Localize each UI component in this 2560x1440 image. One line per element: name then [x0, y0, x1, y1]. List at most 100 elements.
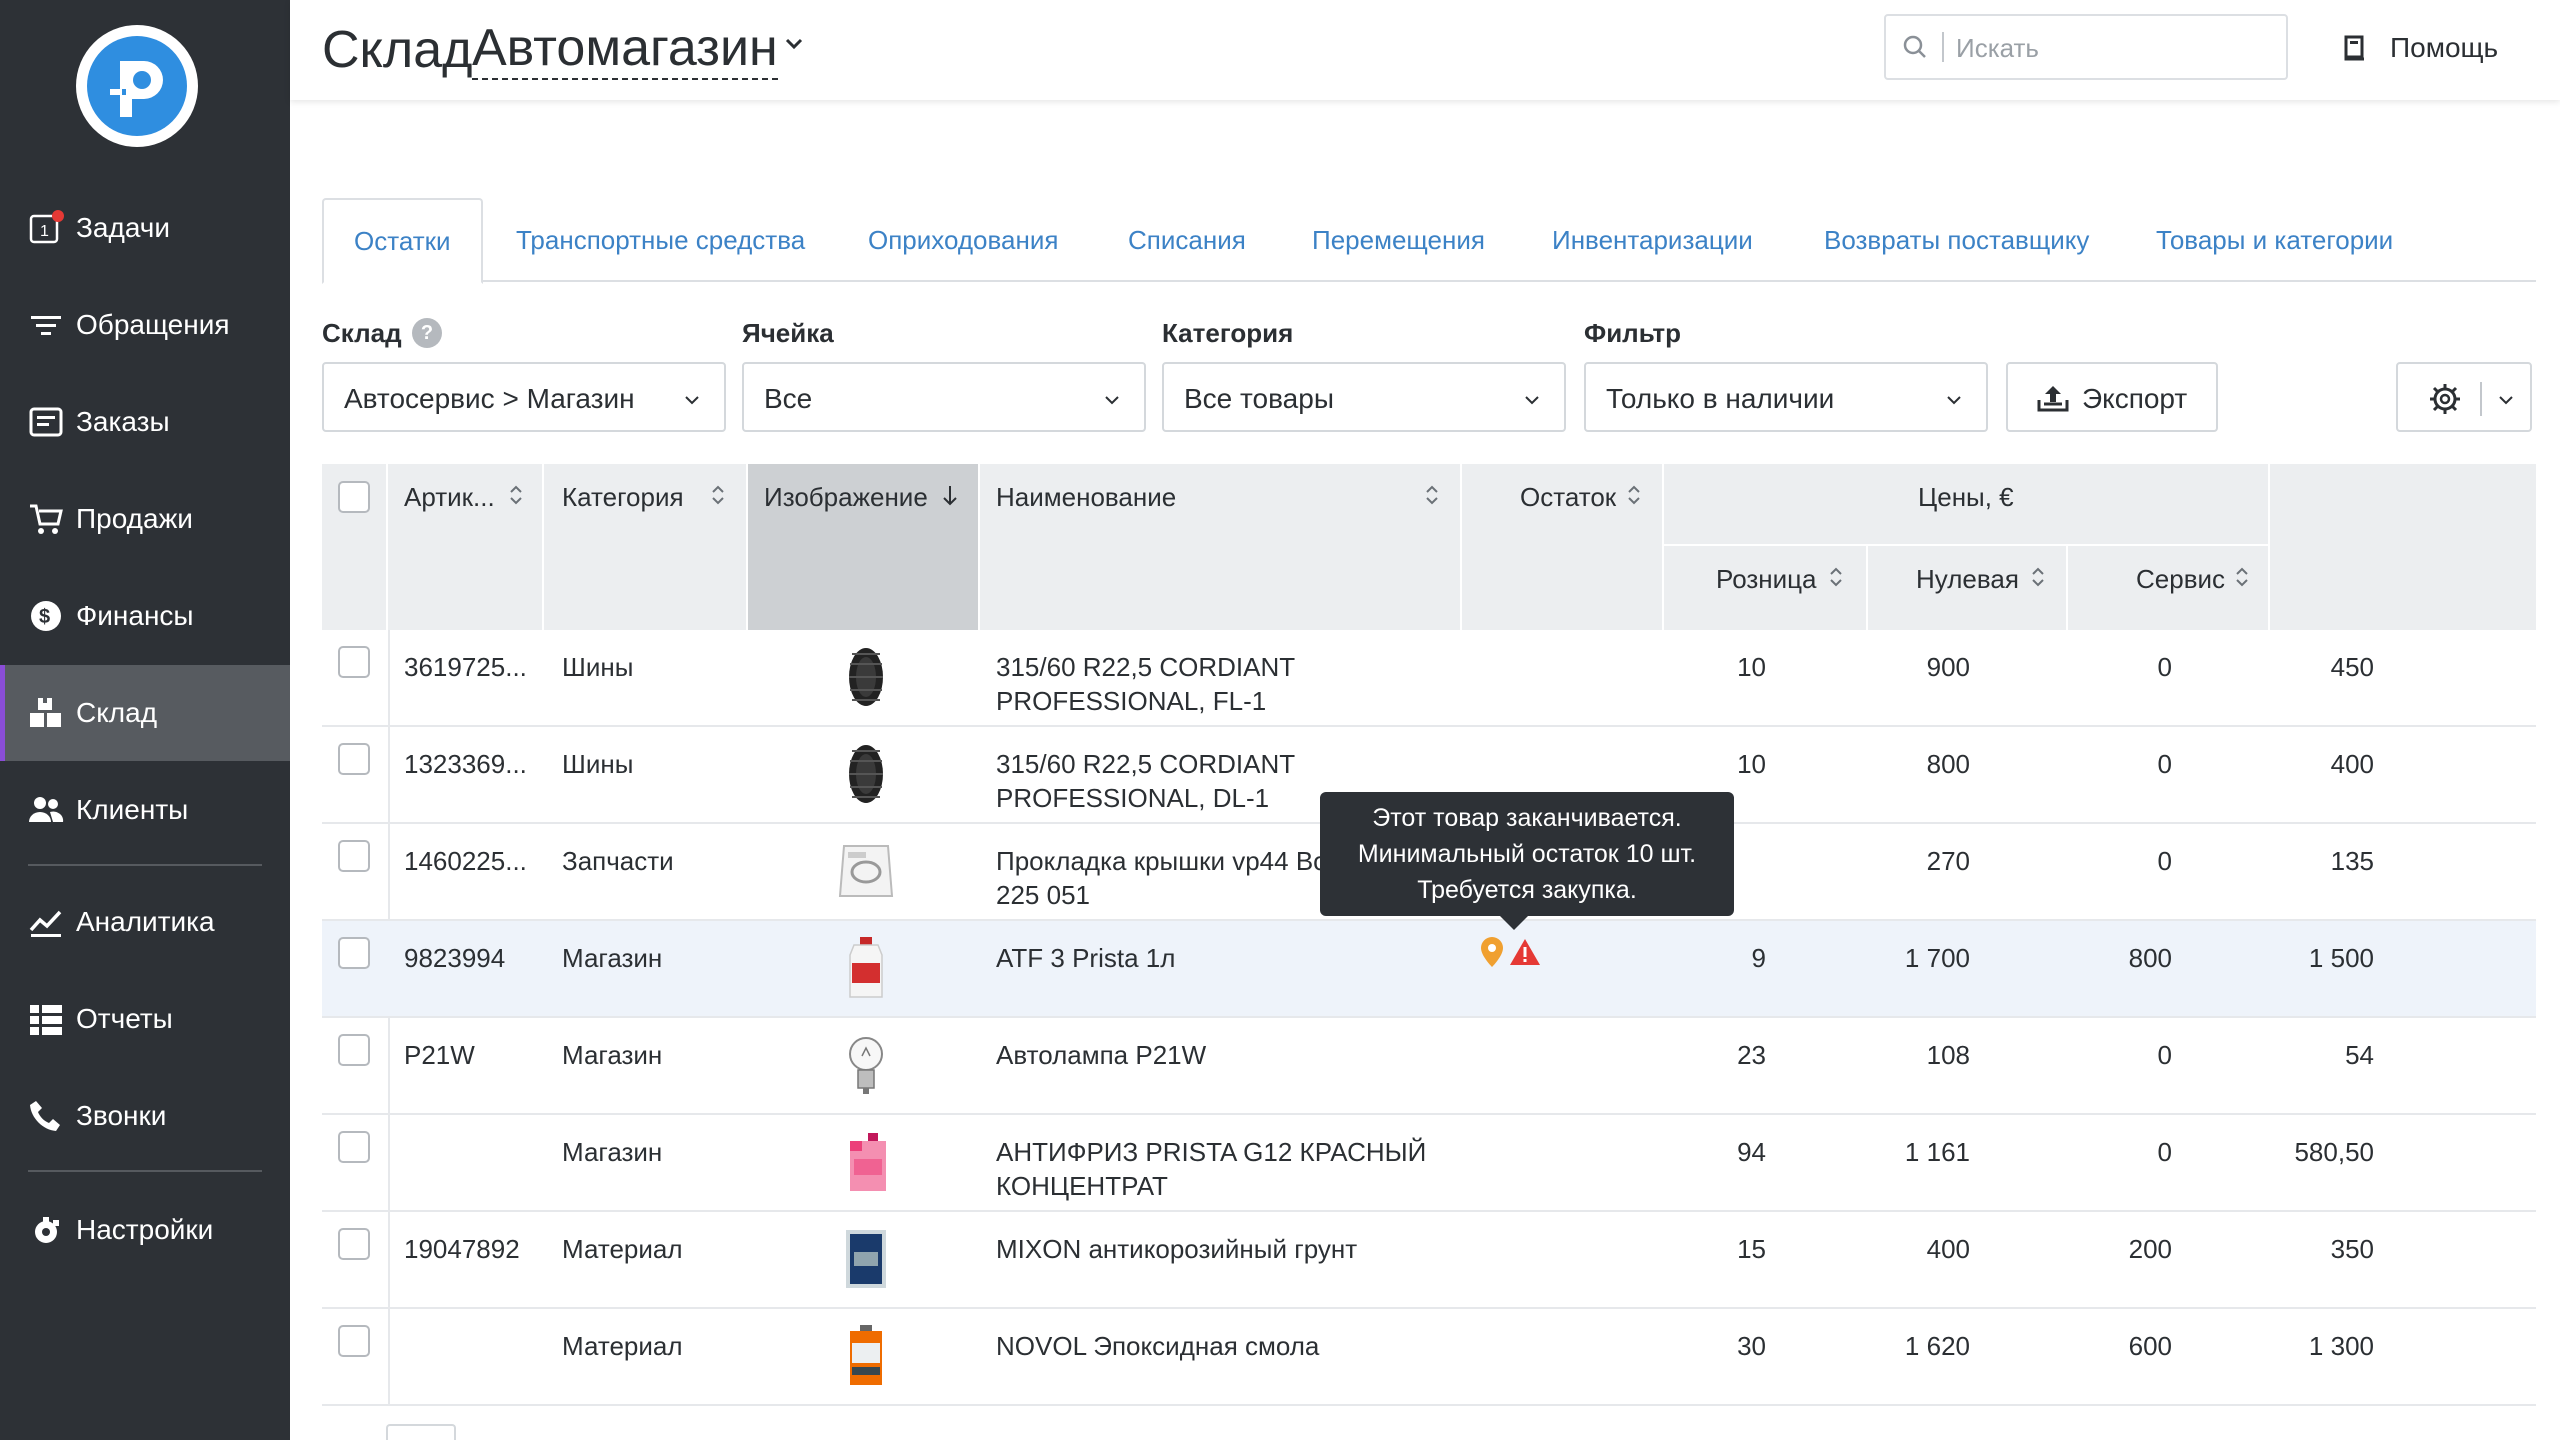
table-row[interactable]: 3619725... Шины 315/60 R22,5 CORDIANT PRO…	[322, 630, 2536, 727]
cell-category: Материал	[562, 1331, 683, 1361]
filter-select[interactable]: Только в наличии	[1584, 362, 1988, 432]
table-settings-button[interactable]	[2396, 362, 2532, 432]
name-line-2: 225 051	[996, 880, 1090, 910]
warehouse-select[interactable]: Автосервис > Магазин	[322, 362, 726, 432]
pagination-control[interactable]	[386, 1424, 456, 1440]
column-header-name[interactable]: Наименование	[996, 482, 1176, 513]
cell-zero: 200	[2128, 1234, 2172, 1264]
question-icon[interactable]: ?	[412, 318, 442, 348]
cell-stock: 10	[1737, 749, 1766, 779]
sidebar-item-requests[interactable]: Обращения	[0, 277, 290, 373]
category-select-value: Все товары	[1184, 383, 1334, 414]
tab-supplier-returns[interactable]: Возвраты поставщику	[1824, 198, 2089, 282]
table-row[interactable]: P21W Магазин Автолампа P21W 23 108 0 54	[322, 1018, 2536, 1115]
name-line-2: КОНЦЕНТРАТ	[996, 1171, 1168, 1201]
name-line-2: PROFESSIONAL, FL-1	[996, 686, 1267, 716]
header-divider	[386, 464, 388, 630]
column-header-stock[interactable]: Остаток	[1520, 482, 1616, 513]
sort-icon[interactable]	[2030, 566, 2046, 588]
sort-icon[interactable]	[1828, 566, 1844, 588]
table-row[interactable]: Магазин АНТИФРИЗ PRISTA G12 КРАСНЫЙ КОНЦЕ…	[322, 1115, 2536, 1212]
help-link[interactable]: Помощь	[2340, 26, 2498, 70]
sort-icon[interactable]	[2234, 566, 2250, 588]
cell-category: Шины	[562, 749, 634, 779]
sidebar-item-finance[interactable]: $ Финансы	[0, 568, 290, 664]
row-checkbox[interactable]	[338, 743, 370, 775]
tab-transfers[interactable]: Перемещения	[1312, 198, 1485, 282]
cell-article: P21W	[404, 1040, 475, 1070]
cell-service: 54	[2345, 1040, 2374, 1070]
row-checkbox[interactable]	[338, 646, 370, 678]
column-header-category[interactable]: Категория	[562, 482, 684, 513]
sort-desc-icon[interactable]	[942, 484, 958, 506]
name-line-1: 315/60 R22,5 CORDIANT	[996, 652, 1296, 682]
cell-stock: 23	[1737, 1040, 1766, 1070]
filter-select-value: Только в наличии	[1606, 383, 1835, 414]
column-header-zero[interactable]: Нулевая	[1916, 564, 2019, 595]
select-all-checkbox[interactable]	[338, 481, 370, 513]
location-pin-icon[interactable]	[1478, 935, 1506, 969]
cell-name: 315/60 R22,5 CORDIANT PROFESSIONAL, FL-1	[996, 650, 1295, 718]
tab-inventories[interactable]: Инвентаризации	[1552, 198, 1753, 282]
cell-name: АНТИФРИЗ PRISTA G12 КРАСНЫЙ КОНЦЕНТРАТ	[996, 1135, 1426, 1203]
tab-vehicles[interactable]: Транспортные средства	[516, 198, 805, 282]
sort-icon[interactable]	[508, 484, 524, 506]
store-selector[interactable]: Автомагазин	[472, 20, 778, 80]
warning-icon[interactable]	[1508, 937, 1542, 967]
column-header-article[interactable]: Артик...	[404, 482, 495, 513]
cell-select[interactable]: Все	[742, 362, 1146, 432]
search-input[interactable]	[1956, 26, 2276, 70]
table-row[interactable]: 19047892 Материал MIXON антикорозийный г…	[322, 1212, 2536, 1309]
tab-products-categories[interactable]: Товары и категории	[2156, 198, 2393, 282]
sidebar-item-label: Настройки	[76, 1214, 214, 1245]
row-checkbox[interactable]	[338, 1228, 370, 1260]
table-row[interactable]: 9823994 Магазин ATF 3 Prista 1л 9 1 700 …	[322, 921, 2536, 1018]
row-checkbox[interactable]	[338, 840, 370, 872]
row-checkbox[interactable]	[338, 1131, 370, 1163]
row-checkbox[interactable]	[338, 937, 370, 969]
export-button[interactable]: Экспорт	[2006, 362, 2218, 432]
cell-stock: 10	[1737, 652, 1766, 682]
sidebar-item-calls[interactable]: Звонки	[0, 1068, 290, 1164]
cell-article: 9823994	[404, 943, 506, 973]
column-header-image[interactable]: Изображение	[764, 482, 928, 513]
sort-icon[interactable]	[1626, 484, 1642, 506]
sidebar-item-tasks[interactable]: 1 Задачи	[0, 180, 290, 276]
cell-stock: 30	[1737, 1331, 1766, 1361]
sidebar-item-reports[interactable]: Отчеты	[0, 971, 290, 1067]
cell-retail: 400	[1926, 1234, 1970, 1264]
cell-retail: 1 700	[1904, 943, 1970, 973]
sort-icon[interactable]	[1424, 484, 1440, 506]
sidebar-item-warehouse[interactable]: Склад	[0, 665, 290, 761]
category-select[interactable]: Все товары	[1162, 362, 1566, 432]
sidebar-item-sales[interactable]: Продажи	[0, 471, 290, 567]
filter-label: Фильтр	[1584, 318, 1682, 348]
cell-category: Магазин	[562, 1040, 663, 1070]
sidebar-divider	[28, 1170, 262, 1172]
chevron-down-icon[interactable]	[780, 30, 808, 58]
table-row[interactable]: Материал NOVOL Эпоксидная смола 30 1 620…	[322, 1309, 2536, 1406]
cell-stock: 9	[1751, 943, 1766, 973]
column-header-retail[interactable]: Розница	[1716, 564, 1817, 595]
sidebar-item-settings[interactable]: Настройки	[0, 1182, 290, 1278]
cell-name: Прокладка крышки vp44 Bo 225 051	[996, 844, 1328, 912]
header-divider	[1460, 464, 1462, 630]
sidebar-item-orders[interactable]: Заказы	[0, 374, 290, 470]
column-header-service[interactable]: Сервис	[2136, 564, 2225, 595]
cell-category: Материал	[562, 1234, 683, 1264]
row-checkbox[interactable]	[338, 1325, 370, 1357]
search-box[interactable]	[1884, 14, 2288, 80]
tab-receipts[interactable]: Оприходования	[868, 198, 1058, 282]
sidebar-item-analytics[interactable]: Аналитика	[0, 874, 290, 970]
sort-icon[interactable]	[710, 484, 726, 506]
header-divider	[542, 464, 544, 630]
tab-stock[interactable]: Остатки	[322, 198, 483, 284]
cell-label: Ячейка	[742, 318, 834, 348]
app-logo[interactable]	[76, 25, 198, 147]
tab-writeoffs[interactable]: Списания	[1128, 198, 1246, 282]
sidebar-item-clients[interactable]: Клиенты	[0, 762, 290, 858]
cell-category: Магазин	[562, 1137, 663, 1167]
sidebar-item-label: Склад	[76, 697, 158, 728]
row-checkbox[interactable]	[338, 1034, 370, 1066]
search-divider	[1942, 32, 1944, 62]
